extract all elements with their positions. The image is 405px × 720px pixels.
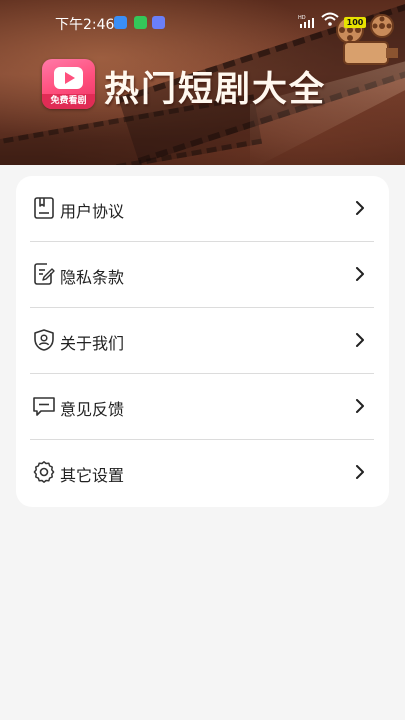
edit-document-icon	[34, 263, 55, 285]
chevron-right-icon	[356, 465, 364, 479]
shield-user-icon	[34, 329, 54, 351]
menu-item-label: 意见反馈	[60, 400, 125, 419]
chevron-right-icon	[356, 333, 364, 347]
notification-app-icon	[134, 16, 147, 29]
menu-item-user-agreement[interactable]: 用户协议	[16, 176, 389, 242]
battery-icon: 100	[344, 17, 366, 28]
banner-title: 热门短剧大全	[104, 69, 327, 110]
notification-app-icon	[114, 16, 127, 29]
logo-tag: 免费看剧	[42, 94, 95, 109]
header-banner: 下午2:46 HD 100 免费看剧 热门短剧大全	[0, 0, 405, 165]
menu-item-about-us[interactable]: 关于我们	[16, 308, 389, 374]
app-logo: 免费看剧	[42, 59, 95, 109]
chevron-right-icon	[356, 201, 364, 215]
chevron-right-icon	[356, 267, 364, 281]
status-time: 下午2:46	[55, 17, 115, 33]
signal-icon: HD	[298, 14, 316, 31]
status-bar: 下午2:46 HD 100	[0, 0, 405, 44]
notification-app-icon	[152, 16, 165, 29]
menu-item-label: 隐私条款	[60, 268, 125, 287]
menu-item-feedback[interactable]: 意见反馈	[16, 374, 389, 440]
wifi-icon	[321, 12, 339, 30]
gear-icon	[33, 461, 55, 483]
message-icon	[33, 397, 55, 416]
menu-item-other-settings[interactable]: 其它设置	[16, 440, 389, 506]
svg-text:HD: HD	[298, 15, 306, 21]
menu-item-privacy-policy[interactable]: 隐私条款	[16, 242, 389, 308]
document-icon	[34, 197, 54, 219]
menu-item-label: 用户协议	[60, 202, 125, 221]
menu-item-label: 其它设置	[60, 466, 125, 485]
menu-card: 用户协议 隐私条款 关于我们 意见反馈 其它设置	[16, 176, 389, 507]
chevron-right-icon	[356, 399, 364, 413]
menu-item-label: 关于我们	[60, 334, 125, 353]
play-icon	[54, 67, 83, 89]
